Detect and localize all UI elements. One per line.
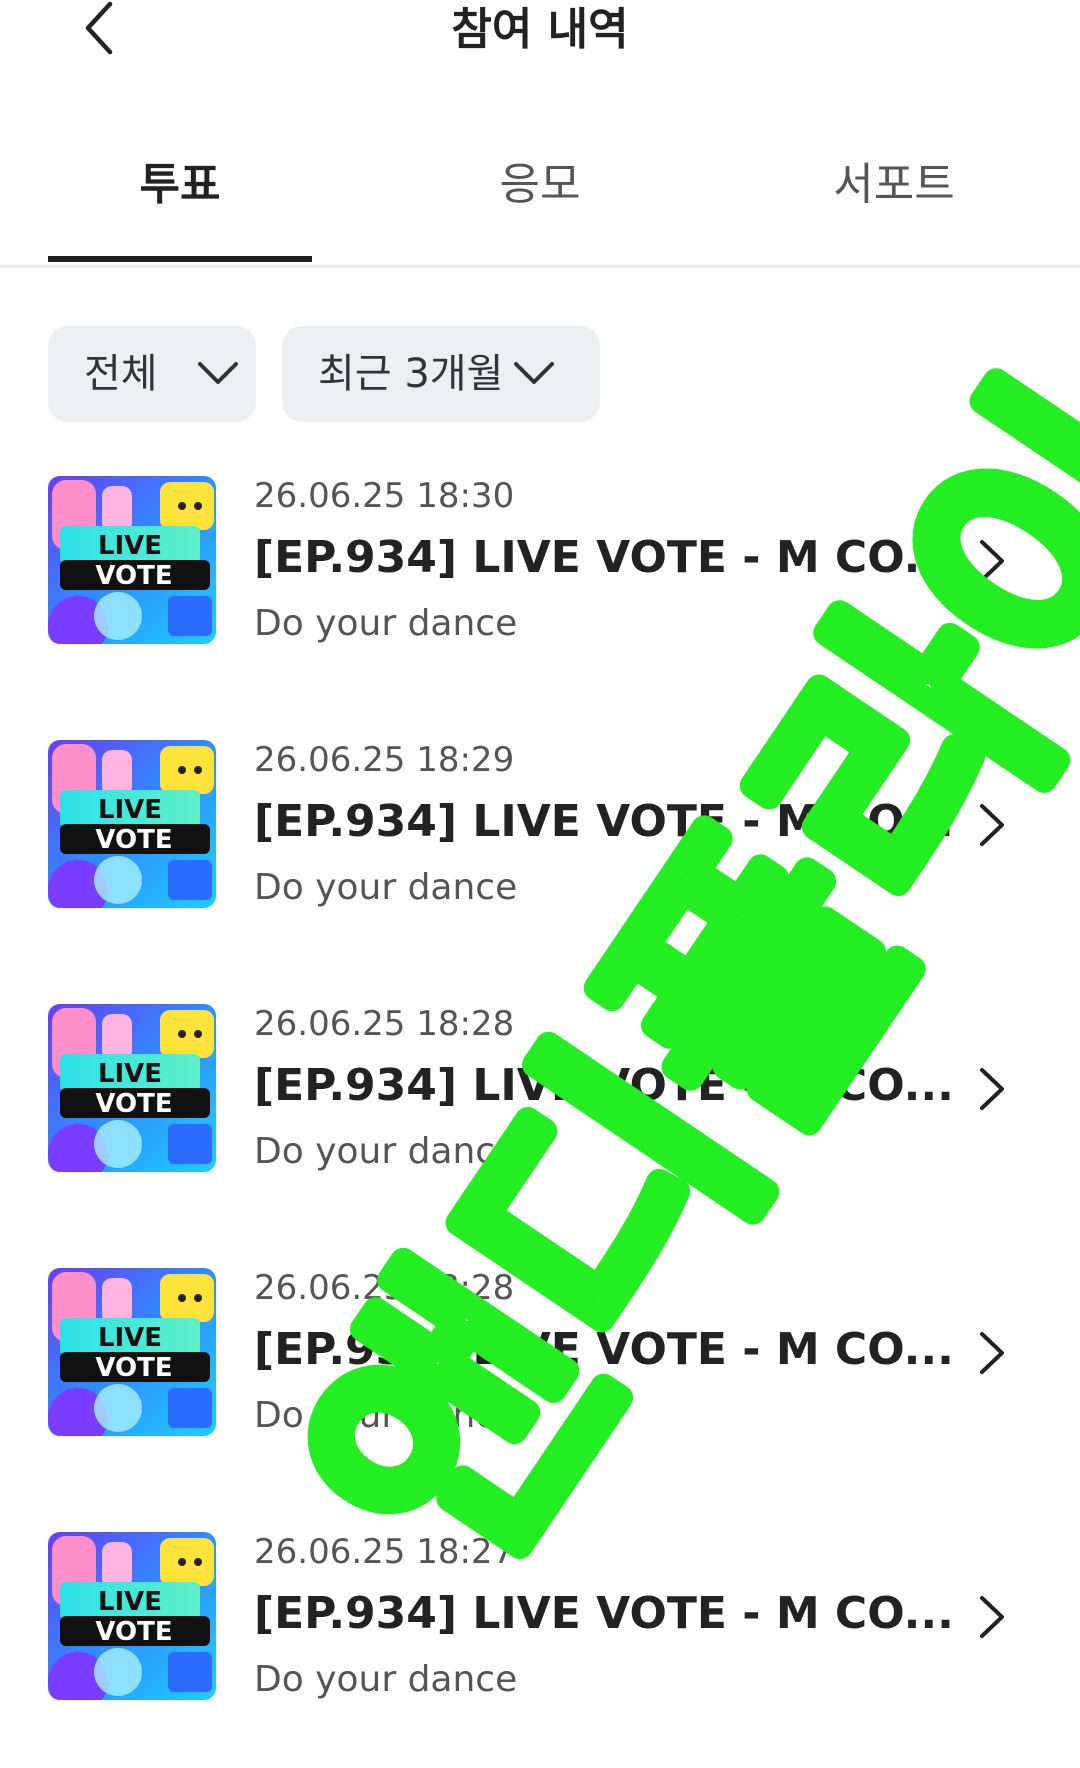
list-item[interactable]: LIVE VOTE 26.06.25 18:28 [EP.934] LIVE V…: [48, 1268, 1032, 1438]
tab-entry[interactable]: 응모: [408, 140, 672, 265]
thumb-text-live: LIVE: [98, 531, 162, 561]
thumb-text-vote: VOTE: [95, 1617, 172, 1647]
thumb-text-vote: VOTE: [95, 825, 172, 855]
item-date: 26.06.25 18:28: [254, 1268, 515, 1308]
item-subtitle: Do your dance: [254, 1131, 518, 1172]
thumb-text-live: LIVE: [98, 795, 162, 825]
item-date: 26.06.25 18:28: [254, 1004, 515, 1044]
item-title: [EP.934] LIVE VOTE - M CO...: [254, 1324, 954, 1375]
chevron-right-icon: [980, 540, 1004, 582]
thumb-text-live: LIVE: [98, 1587, 162, 1617]
chevron-down-icon: [514, 362, 554, 384]
item-title: [EP.934] LIVE VOTE - M CO...: [254, 1588, 954, 1639]
live-vote-thumbnail: LIVE VOTE: [48, 476, 216, 644]
chevron-right-icon: [980, 1068, 1004, 1110]
item-date: 26.06.25 18:30: [254, 476, 515, 516]
item-subtitle: Do your dance: [254, 1659, 518, 1700]
chevron-down-icon: [198, 362, 238, 384]
page-title: 참여 내역: [451, 4, 629, 55]
live-vote-thumbnail: LIVE VOTE: [48, 740, 216, 908]
item-title: [EP.934] LIVE VOTE - M CO...: [254, 532, 954, 583]
list-item[interactable]: LIVE VOTE 26.06.25 18:27 [EP.934] LIVE V…: [48, 1532, 1032, 1702]
filter-category-dropdown[interactable]: 전체: [48, 326, 256, 422]
live-vote-thumbnail: LIVE VOTE: [48, 1004, 216, 1172]
header: 참여 내역: [0, 0, 1080, 70]
filter-period-label: 최근 3개월: [318, 351, 504, 397]
chevron-right-icon: [980, 1332, 1004, 1374]
tab-support[interactable]: 서포트: [762, 140, 1026, 265]
item-title: [EP.934] LIVE VOTE - M CO...: [254, 1060, 954, 1111]
list-item[interactable]: LIVE VOTE 26.06.25 18:28 [EP.934] LIVE V…: [48, 1004, 1032, 1174]
tab-bar: 투표 응모 서포트: [0, 140, 1080, 268]
thumb-text-live: LIVE: [98, 1323, 162, 1353]
list-item[interactable]: LIVE VOTE 26.06.25 18:29 [EP.934] LIVE V…: [48, 740, 1032, 910]
thumb-text-vote: VOTE: [95, 1353, 172, 1383]
tab-vote[interactable]: 투표: [48, 140, 312, 265]
thumb-text-vote: VOTE: [95, 1089, 172, 1119]
filter-period-dropdown[interactable]: 최근 3개월: [282, 326, 600, 422]
chevron-right-icon: [980, 804, 1004, 846]
chevron-right-icon: [980, 1596, 1004, 1638]
item-title: [EP.934] LIVE VOTE - M CO...: [254, 796, 954, 847]
live-vote-thumbnail: LIVE VOTE: [48, 1532, 216, 1700]
item-date: 26.06.25 18:27: [254, 1532, 515, 1572]
list-item[interactable]: LIVE VOTE 26.06.25 18:30 [EP.934] LIVE V…: [48, 476, 1032, 646]
thumb-text-vote: VOTE: [95, 561, 172, 591]
live-vote-thumbnail: LIVE VOTE: [48, 1268, 216, 1436]
item-subtitle: Do your dance: [254, 603, 518, 644]
item-date: 26.06.25 18:29: [254, 740, 515, 780]
filter-category-label: 전체: [84, 351, 158, 397]
active-tab-indicator: [48, 256, 312, 262]
item-subtitle: Do your dance: [254, 867, 518, 908]
item-subtitle: Do your dance: [254, 1395, 518, 1436]
thumb-text-live: LIVE: [98, 1059, 162, 1089]
